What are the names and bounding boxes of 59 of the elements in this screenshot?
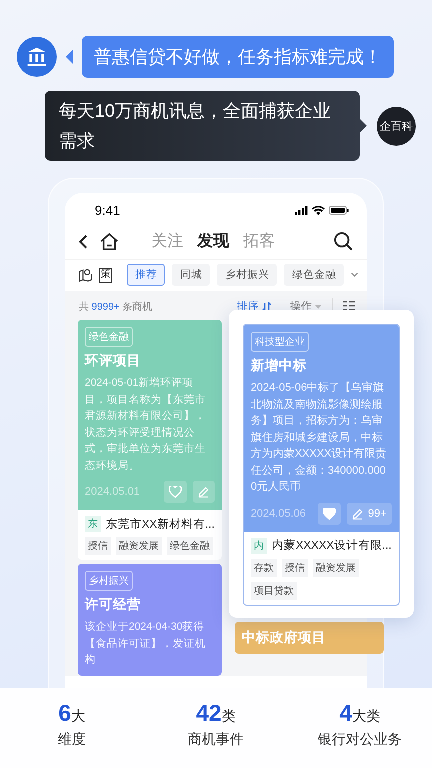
sort-icon	[262, 302, 272, 312]
business-tag: 存款	[250, 558, 277, 576]
back-icon[interactable]	[79, 234, 88, 248]
chat-bubble: 普惠信贷不好做，任务指标难完成！	[82, 36, 394, 78]
card-date: 2024.05.01	[85, 486, 142, 498]
pencil-icon	[352, 508, 364, 520]
category-tag: 绿色金融	[85, 327, 133, 347]
pencil-icon	[198, 486, 210, 498]
stat-value: 4大类	[340, 700, 380, 727]
category-tag: 乡村振兴	[85, 571, 133, 591]
company-badge: 东	[85, 516, 101, 532]
search-icon[interactable]	[334, 232, 353, 251]
bank-icon	[26, 46, 48, 68]
business-tag: 融资发展	[116, 537, 162, 555]
card-description: 该企业于2024-04-30获得【食品许可证】，发证机构	[85, 620, 207, 668]
filter-chip[interactable]: 同城	[172, 264, 210, 286]
battery-icon	[329, 206, 349, 215]
card-description: 2024-05-06中标了【乌审旗北物流及南物流影像测绘服务】项目，招标方为：乌审旗住房和城乡建设局，中标方为内蒙XXXXX设计有限责任公司，金额：340000.0000元人民币	[250, 380, 388, 495]
heart-icon	[323, 508, 336, 520]
business-tag: 授信	[85, 537, 111, 555]
count-text: 共 9999+ 条商机	[79, 300, 154, 314]
company-badge: 内	[250, 538, 267, 554]
chevron-down-icon[interactable]	[351, 272, 359, 278]
map-pin-icon[interactable]	[79, 267, 92, 283]
nav-tab[interactable]: 拓客	[244, 231, 276, 252]
nav-tab[interactable]: 关注	[152, 231, 184, 252]
opportunity-card[interactable]: 乡村振兴 许可经营 该企业于2024-04-30获得【食品许可证】，发证机构	[78, 564, 222, 676]
bubble-tail	[360, 119, 367, 133]
card-date: 2024.05.06	[250, 508, 307, 520]
business-tag: 项目贷款	[250, 582, 297, 600]
filter-chip[interactable]: 推荐	[127, 264, 166, 286]
policy-icon[interactable]: 策	[99, 268, 112, 282]
stat-value: 6大	[58, 700, 86, 727]
card-title: 许可经营	[85, 596, 142, 614]
business-tag: 绿色金融	[167, 537, 213, 555]
heart-icon	[168, 486, 182, 498]
business-tag: 融资发展	[312, 558, 359, 576]
card-description: 2024-05-01新增环评项目，项目名称为【东莞市君源新材料有限公司】，状态为环评受理情况公式，审批单位为东莞市生态环境局。	[85, 376, 207, 474]
home-icon[interactable]	[100, 232, 119, 250]
category-tag: 科技型企业	[250, 332, 309, 352]
wifi-icon	[312, 206, 325, 216]
stat-value: 42类	[196, 700, 236, 727]
filter-chip[interactable]: 绿色金融	[284, 264, 344, 286]
filter-chip[interactable]: 乡村振兴	[217, 264, 278, 286]
app-avatar: 企百科	[377, 106, 416, 146]
status-time: 9:41	[95, 203, 120, 218]
card-title: 中标政府项目	[242, 628, 327, 646]
signal-icon	[295, 206, 308, 215]
business-tag: 授信	[282, 558, 308, 576]
stat-label: 银行对公业务	[318, 731, 402, 749]
stat-label: 维度	[58, 731, 86, 749]
company-name: 内蒙XXXXX设计有限...	[272, 538, 392, 553]
card-title: 环评项目	[85, 352, 142, 370]
stat-label: 商机事件	[188, 731, 244, 749]
chat-bubble: 每天10万商机讯息，全面捕获企业需求	[45, 91, 360, 161]
card-title: 新增中标	[250, 357, 308, 375]
bubble-tail	[66, 50, 73, 64]
nav-tab[interactable]: 发现	[198, 231, 230, 252]
company-name: 东莞市XX新材料有...	[106, 517, 215, 532]
